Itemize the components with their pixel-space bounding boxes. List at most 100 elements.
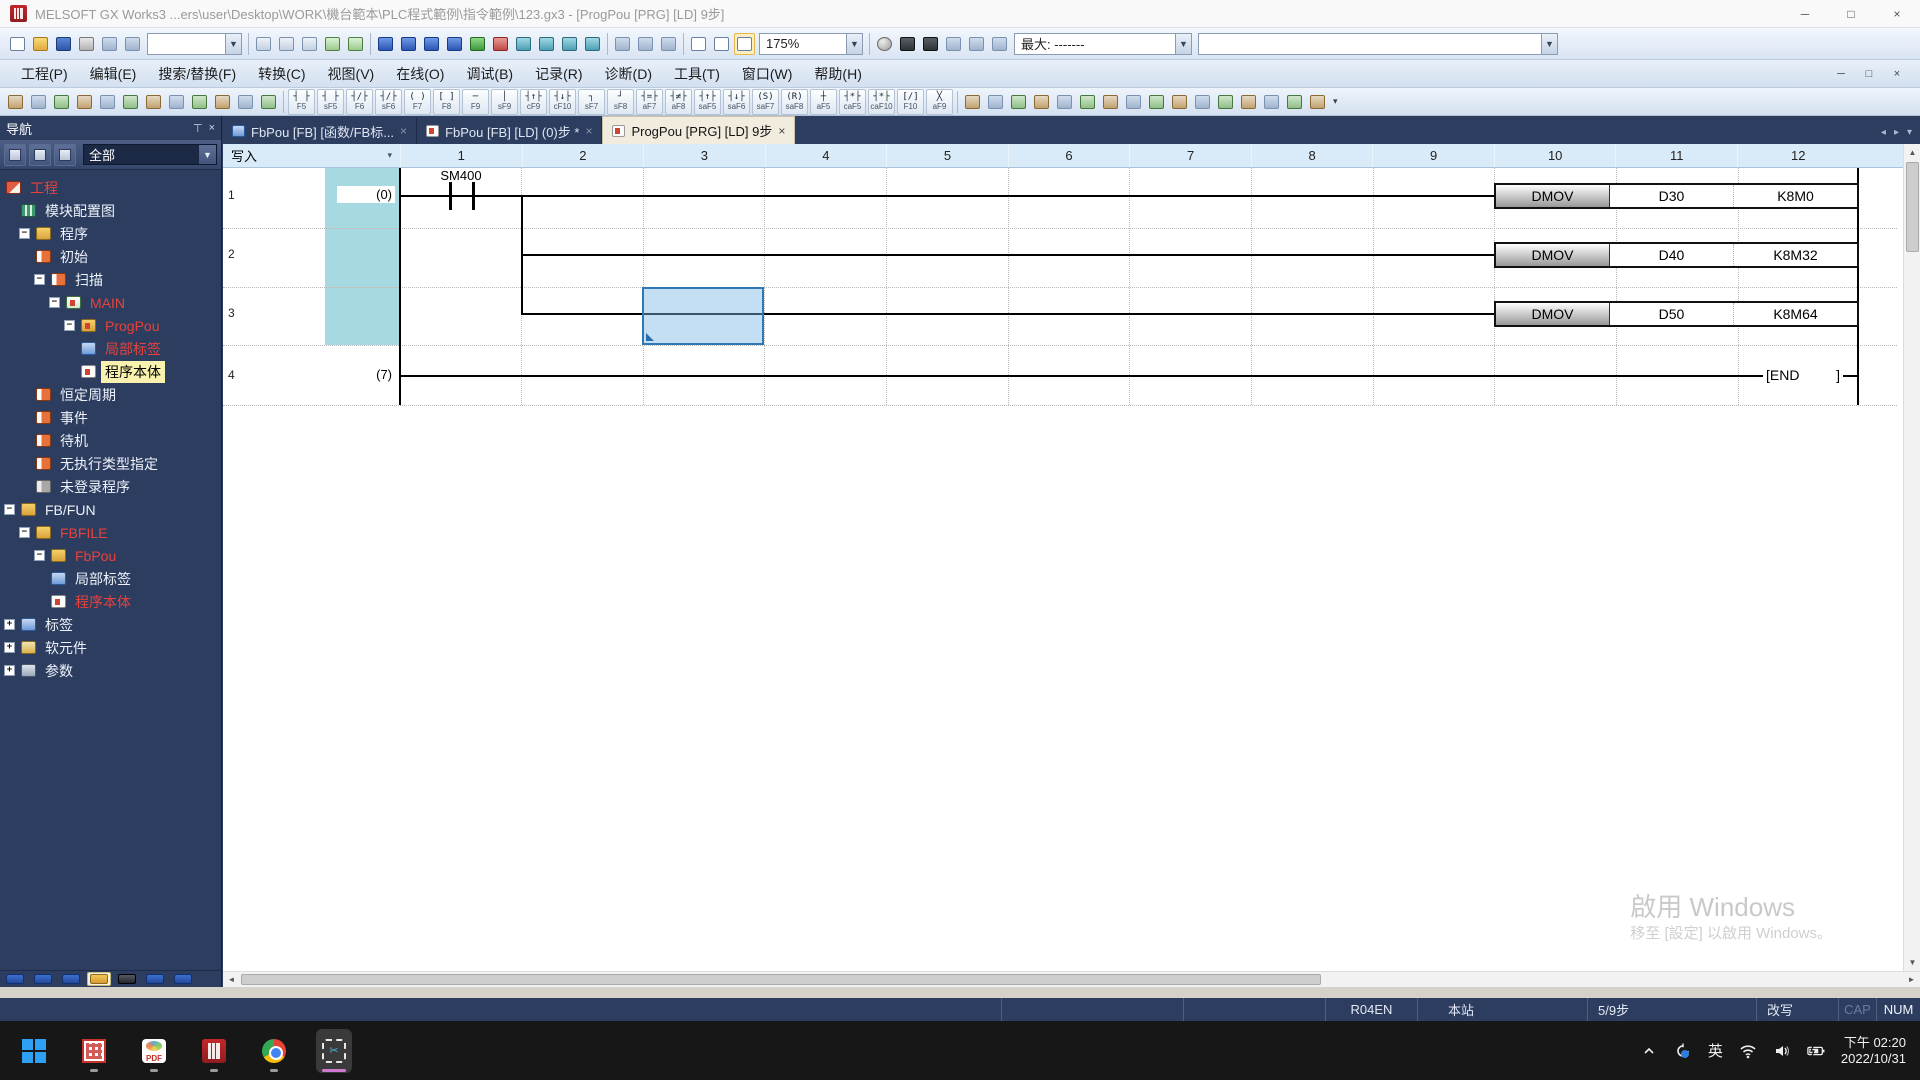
edit-line-icon[interactable] <box>1100 91 1121 113</box>
ladder-symbol-cF9-button[interactable]: ┤↑├ cF9 <box>520 88 547 115</box>
tree-expand-icon[interactable] <box>29 143 51 166</box>
device-list-icon[interactable] <box>635 33 656 55</box>
tree-item-程序本体[interactable]: 程序本体 <box>0 360 221 383</box>
open-contact-symbol[interactable] <box>472 182 475 210</box>
chevron-down-icon[interactable]: ▾ <box>387 150 392 161</box>
window-switch-icon[interactable] <box>989 33 1010 55</box>
folder-tree-icon[interactable] <box>87 972 111 986</box>
taskbar-app-pdf[interactable]: PDF <box>136 1029 172 1073</box>
open-file-icon[interactable] <box>30 33 51 55</box>
options-icon[interactable] <box>1307 91 1328 113</box>
ladder-symbol-aF5-button[interactable]: ┼ aF5 <box>810 88 837 115</box>
jump-icon[interactable] <box>1169 91 1190 113</box>
ladder-symbol-F5-button[interactable]: ┤ ├ F5 <box>288 88 315 115</box>
zoom-set-icon[interactable] <box>235 91 256 113</box>
scroll-down-icon[interactable]: ▼ <box>1904 954 1920 971</box>
statement-show-icon[interactable] <box>143 91 164 113</box>
collapse-icon[interactable]: − <box>19 527 30 538</box>
mdi-restore-button[interactable]: □ <box>1860 68 1878 80</box>
menu-item-10[interactable]: 工具(T) <box>663 60 731 88</box>
menu-item-2[interactable]: 编辑(E) <box>79 60 148 88</box>
delete-col-icon[interactable] <box>1077 91 1098 113</box>
tree-collapse-icon[interactable] <box>4 143 26 166</box>
device-monitor2-icon[interactable] <box>59 972 83 986</box>
close-panel-icon[interactable]: × <box>209 122 215 135</box>
tree-item-FbPou[interactable]: − FbPou <box>0 544 221 567</box>
tree-item-未登录程序[interactable]: 未登录程序 <box>0 475 221 498</box>
tree-item-程序本体[interactable]: 程序本体 <box>0 590 221 613</box>
tree-item-MAIN[interactable]: − MAIN <box>0 291 221 314</box>
online-program-change-icon[interactable] <box>966 33 987 55</box>
read-plc-icon[interactable] <box>421 33 442 55</box>
wrap-display-icon[interactable] <box>258 91 279 113</box>
ime-language-indicator[interactable]: 英 <box>1708 1040 1723 1061</box>
nav-window-icon[interactable] <box>5 91 26 113</box>
menu-item-9[interactable]: 诊断(D) <box>594 60 663 88</box>
redo-icon[interactable] <box>345 33 366 55</box>
zoom-out-icon[interactable] <box>711 33 732 55</box>
copy-icon[interactable] <box>276 33 297 55</box>
instruction-dmov-2[interactable]: DMOV D40 K8M32 <box>1494 242 1859 268</box>
tree-filter-combo[interactable]: 全部 ▼ <box>83 144 217 165</box>
menu-item-8[interactable]: 记录(R) <box>524 60 593 88</box>
tree-item-FB/FUN[interactable]: − FB/FUN <box>0 498 221 521</box>
close-tab-icon[interactable]: × <box>778 124 785 138</box>
tree-item-标签[interactable]: + 标签 <box>0 613 221 636</box>
tab-scroll-left-icon[interactable]: ◂ <box>1881 127 1886 138</box>
ladder-symbol-F10-button[interactable]: [/] F10 <box>897 88 924 115</box>
close-tab-icon[interactable]: × <box>400 124 407 138</box>
ladder-block-icon[interactable] <box>1261 91 1282 113</box>
taskbar-app-snipping[interactable]: ✂ <box>316 1028 352 1073</box>
cross-ref-window-icon[interactable] <box>51 91 72 113</box>
device-eye-icon[interactable] <box>171 972 195 986</box>
collapse-icon[interactable]: − <box>34 550 45 561</box>
collapse-icon[interactable]: − <box>49 297 60 308</box>
comment-show-icon[interactable] <box>120 91 141 113</box>
wifi-icon[interactable] <box>1739 1042 1757 1060</box>
insert-mode-icon[interactable] <box>962 91 983 113</box>
parameter-icon[interactable] <box>375 33 396 55</box>
pin-icon[interactable]: ⊤ <box>193 122 203 135</box>
minimize-button[interactable]: ─ <box>1782 0 1828 27</box>
battery-icon[interactable] <box>1807 1042 1825 1060</box>
delete-row-icon[interactable] <box>1031 91 1052 113</box>
tree-item-恒定周期[interactable]: 恒定周期 <box>0 383 221 406</box>
menu-item-4[interactable]: 转换(C) <box>247 60 316 88</box>
scroll-right-icon[interactable]: ► <box>1903 972 1920 987</box>
ladder-symbol-aF9-button[interactable]: ╳ aF9 <box>926 88 953 115</box>
print-icon[interactable] <box>76 33 97 55</box>
watch-register-icon[interactable] <box>582 33 603 55</box>
tree-item-事件[interactable]: 事件 <box>0 406 221 429</box>
tree-item-局部标签[interactable]: 局部标签 <box>0 567 221 590</box>
device-comment-edit-icon[interactable] <box>1192 91 1213 113</box>
ladder-symbol-aF7-button[interactable]: ┤=├ aF7 <box>636 88 663 115</box>
remote-stop-icon[interactable] <box>490 33 511 55</box>
statement-edit-icon[interactable] <box>1215 91 1236 113</box>
ladder-symbol-cF10-button[interactable]: ┤↓├ cF10 <box>549 88 576 115</box>
tree-item-工程[interactable]: 工程 <box>0 176 221 199</box>
scrollbar-thumb[interactable] <box>1906 162 1919 252</box>
ladder-symbol-F8-button[interactable]: [ ] F8 <box>433 88 460 115</box>
ladder-symbol-caF10-button[interactable]: ┤*├ caF10 <box>868 88 895 115</box>
ladder-symbol-saF5-button[interactable]: ┤↑├ saF5 <box>694 88 721 115</box>
gray-ball-icon[interactable] <box>874 33 895 55</box>
ladder-symbol-sF7-button[interactable]: ┐ sF7 <box>578 88 605 115</box>
overwrite-mode-icon[interactable] <box>985 91 1006 113</box>
cross-reference-icon[interactable] <box>612 33 633 55</box>
toolbar-overflow-button[interactable]: ▾ <box>1329 96 1342 107</box>
ladder-symbol-sF8-button[interactable]: ┘ sF8 <box>607 88 634 115</box>
device-search-combo[interactable]: ▼ <box>1198 32 1558 55</box>
device-grid-icon[interactable] <box>143 972 167 986</box>
find-icon[interactable] <box>658 33 679 55</box>
selected-cell-cursor[interactable] <box>642 287 764 345</box>
write-plc-icon[interactable] <box>398 33 419 55</box>
instruction-dmov-3[interactable]: DMOV D50 K8M64 <box>1494 301 1859 327</box>
ladder-symbol-F9-button[interactable]: ─ F9 <box>462 88 489 115</box>
print-preview-icon[interactable] <box>99 33 120 55</box>
collapse-icon[interactable]: − <box>34 274 45 285</box>
fit-width-icon[interactable] <box>734 32 755 55</box>
menu-item-12[interactable]: 帮助(H) <box>803 60 872 88</box>
close-tab-icon[interactable]: × <box>585 124 592 138</box>
device-monitor-icon[interactable] <box>31 972 55 986</box>
ladder-symbol-sF6-button[interactable]: ┤/├ sF6 <box>375 88 402 115</box>
